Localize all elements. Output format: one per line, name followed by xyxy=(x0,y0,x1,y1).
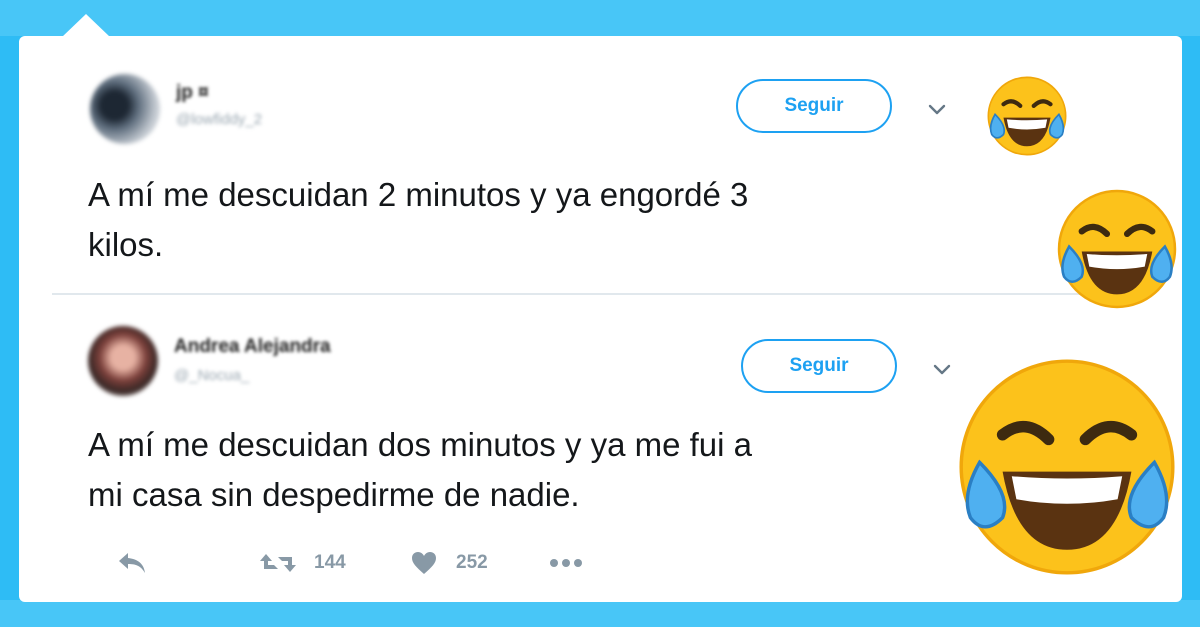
author-name[interactable]: jp ¤ xyxy=(176,82,209,104)
background-band-top xyxy=(0,0,1200,36)
tweet-text-line: A mí me descuidan dos minutos y ya me fu… xyxy=(88,426,752,463)
heart-icon xyxy=(412,552,436,574)
author-handle[interactable]: @lowfiddy_2 xyxy=(176,111,262,128)
like-button[interactable]: 252 xyxy=(410,550,488,576)
laughing-emoji xyxy=(959,359,1175,575)
like-count: 252 xyxy=(456,552,488,573)
avatar[interactable] xyxy=(90,74,160,144)
chevron-down-icon[interactable] xyxy=(930,357,954,381)
divider xyxy=(52,293,1152,295)
more-icon xyxy=(550,559,582,567)
follow-button[interactable]: Seguir xyxy=(736,79,892,133)
laughing-emoji xyxy=(1057,189,1177,309)
author-handle[interactable]: @_Nocua_ xyxy=(174,367,249,384)
tweet-text-line: kilos. xyxy=(88,226,164,263)
reply-button[interactable] xyxy=(116,550,148,576)
retweet-icon xyxy=(260,554,296,572)
follow-button[interactable]: Seguir xyxy=(741,339,897,393)
laughing-emoji xyxy=(987,76,1067,156)
tweet-text-line: A mí me descuidan 2 minutos y ya engordé… xyxy=(88,176,749,213)
chevron-down-icon[interactable] xyxy=(925,97,949,121)
author-name[interactable]: Andrea Alejandra xyxy=(174,336,331,358)
reply-icon xyxy=(119,553,145,573)
tweet-text: A mí me descuidan dos minutos y ya me fu… xyxy=(88,420,752,520)
background-band-bottom xyxy=(0,600,1200,627)
more-button[interactable] xyxy=(548,550,584,576)
card-pointer xyxy=(62,14,110,37)
tweet-text: A mí me descuidan 2 minutos y ya engordé… xyxy=(88,170,748,270)
avatar[interactable] xyxy=(88,326,158,396)
retweet-count: 144 xyxy=(314,552,346,573)
tweet-text-line: mi casa sin despedirme de nadie. xyxy=(88,476,580,513)
retweet-button[interactable]: 144 xyxy=(258,550,346,576)
